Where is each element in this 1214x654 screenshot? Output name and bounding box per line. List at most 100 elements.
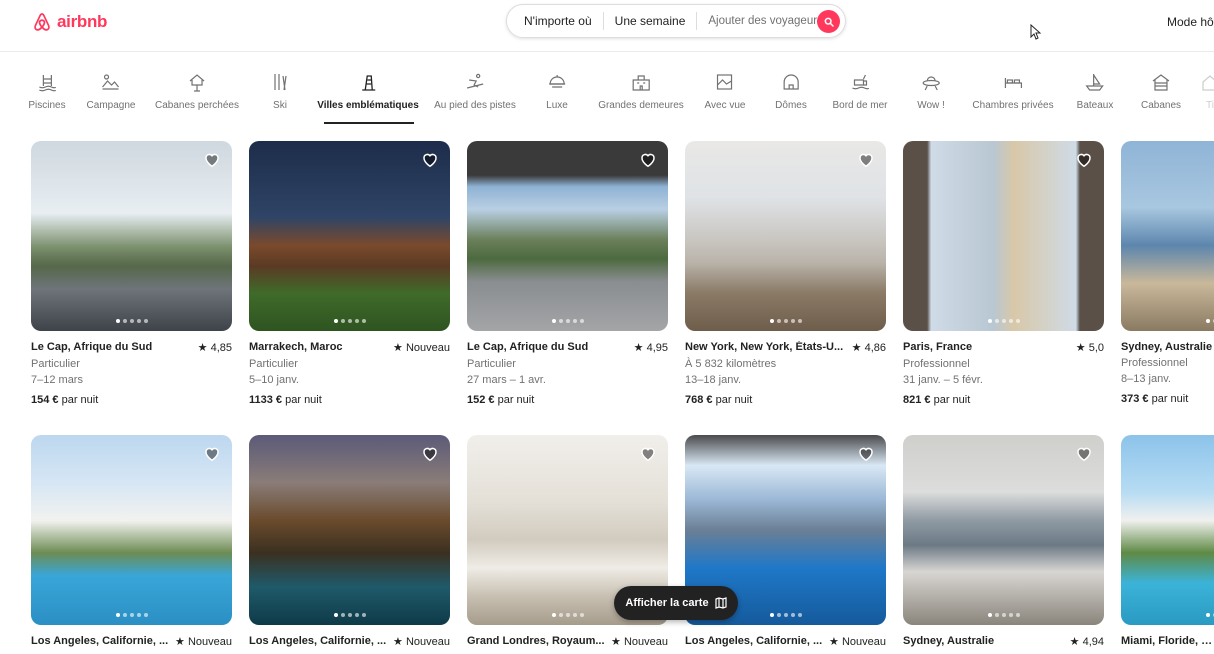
search-button[interactable] — [817, 10, 840, 33]
category-countryside[interactable]: Campagne — [87, 72, 135, 111]
price-unit: par nuit — [933, 394, 971, 406]
category-tiny-homes[interactable]: Ti — [1200, 72, 1214, 111]
photo-pagination-dots — [987, 613, 1020, 617]
listing-card[interactable]: Le Cap, Afrique du Sud ★ 4,95 Particulie… — [467, 141, 668, 406]
listing-location: Marrakech, Maroc — [249, 341, 343, 353]
category-label: Villes emblématiques — [317, 100, 419, 111]
listing-dates: 13–18 janv. — [685, 374, 742, 386]
star-icon: ★ — [1075, 342, 1086, 354]
listing-photo[interactable] — [903, 435, 1104, 625]
listing-rating: ★ 4,85 — [198, 341, 232, 354]
category-label: Dômes — [775, 100, 807, 111]
view-icon — [717, 74, 733, 90]
category-views[interactable]: Avec vue — [705, 72, 745, 111]
star-icon: ★ — [1069, 636, 1080, 648]
photo-pagination-dots — [551, 319, 584, 323]
listing-photo[interactable] — [685, 141, 886, 331]
category-label: Luxe — [546, 100, 568, 111]
listing-card[interactable]: Miami, Floride, États- — [1121, 435, 1214, 647]
category-pool[interactable]: Piscines — [28, 72, 66, 111]
ski-in-out-icon — [466, 73, 484, 89]
show-map-button[interactable]: Afficher la carte — [614, 586, 738, 620]
search-when-button[interactable]: Une semaine — [604, 14, 697, 28]
category-mansions[interactable]: Grandes demeures — [598, 72, 684, 111]
category-iconic-cities[interactable]: Villes emblématiques — [317, 72, 419, 111]
listing-dates: 27 mars – 1 avr. — [467, 374, 546, 386]
countryside-icon — [102, 74, 120, 90]
listing-photo[interactable] — [903, 141, 1104, 331]
heart-icon[interactable] — [857, 151, 875, 168]
heart-icon[interactable] — [421, 151, 439, 168]
listing-photo[interactable] — [467, 141, 668, 331]
category-boats[interactable]: Bateaux — [1077, 72, 1113, 111]
listing-photo[interactable] — [249, 435, 450, 625]
photo-pagination-dots — [115, 613, 148, 617]
listing-price: 768 € par nuit — [685, 394, 886, 406]
listing-card[interactable]: New York, New York, États-U... ★ 4,86 À … — [685, 141, 886, 406]
tiny-home-icon — [1202, 75, 1214, 91]
star-icon: ★ — [393, 342, 403, 354]
category-label: Cabanes — [1140, 100, 1182, 111]
listing-photo[interactable] — [31, 141, 232, 331]
search-guests-button[interactable]: Ajouter des voyageurs — [697, 15, 833, 27]
heart-icon[interactable] — [1075, 151, 1093, 168]
heart-icon[interactable] — [639, 445, 657, 462]
rating-value: Nouveau — [405, 342, 450, 354]
listing-card[interactable]: Le Cap, Afrique du Sud ★ 4,85 Particulie… — [31, 141, 232, 406]
listing-dates: 8–13 janv. — [1121, 373, 1171, 385]
listing-dates: 31 janv. – 5 févr. — [903, 374, 983, 386]
star-icon: ★ — [829, 636, 839, 648]
heart-icon[interactable] — [421, 445, 439, 462]
category-domes[interactable]: Dômes — [775, 72, 807, 111]
category-luxe[interactable]: Luxe — [546, 72, 568, 111]
listing-dates: 7–12 mars — [31, 374, 83, 386]
rating-value: 4,95 — [646, 342, 668, 354]
listing-photo[interactable] — [1121, 141, 1214, 331]
category-ski[interactable]: Ski — [270, 72, 290, 111]
host-mode-link[interactable]: Mode hôt — [1167, 15, 1214, 29]
heart-icon[interactable] — [203, 445, 221, 462]
category-bar: Piscines Campagne Cabanes perchées Ski V… — [0, 72, 1214, 126]
search-bar[interactable]: N'importe où Une semaine Ajouter des voy… — [506, 4, 846, 38]
heart-icon[interactable] — [203, 151, 221, 168]
listing-card[interactable]: Marrakech, Maroc ★ Nouveau Particulier 5… — [249, 141, 450, 406]
listing-rating: ★ 4,94 — [1070, 635, 1104, 648]
category-ski-in-out[interactable]: Au pied des pistes — [434, 72, 516, 111]
photo-pagination-dots — [1205, 319, 1214, 323]
star-icon: ★ — [633, 342, 644, 354]
listing-card[interactable]: Sydney, Australie ★ 4,94 — [903, 435, 1104, 648]
mouse-cursor-icon — [1030, 24, 1041, 40]
listing-card[interactable]: Paris, France ★ 5,0 Professionnel 31 jan… — [903, 141, 1104, 406]
listing-card[interactable]: Sydney, Australie Professionnel 8–13 jan… — [1121, 141, 1214, 405]
heart-icon[interactable] — [639, 151, 657, 168]
beachfront-icon — [851, 74, 869, 90]
listing-host-type: Particulier — [467, 358, 516, 370]
rating-value: 4,94 — [1082, 636, 1104, 648]
price-value: 768 € — [685, 394, 713, 406]
listing-card[interactable]: Los Angeles, Californie, ... ★ Nouveau — [31, 435, 232, 648]
listing-photo[interactable] — [31, 435, 232, 625]
listing-price: 373 € par nuit — [1121, 393, 1214, 405]
category-label: Bord de mer — [832, 100, 888, 111]
rating-value: Nouveau — [623, 636, 668, 648]
listing-rating: ★ Nouveau — [393, 635, 450, 648]
listing-dates: 5–10 janv. — [249, 374, 299, 386]
listing-photo[interactable] — [249, 141, 450, 331]
star-icon: ★ — [175, 636, 185, 648]
star-icon: ★ — [197, 342, 208, 354]
heart-icon[interactable] — [1075, 445, 1093, 462]
category-private-rooms[interactable]: Chambres privées — [972, 72, 1054, 111]
listing-location: New York, New York, États-U... — [685, 341, 844, 353]
listing-photo[interactable] — [1121, 435, 1214, 625]
airbnb-logo[interactable]: airbnb — [31, 10, 107, 34]
listing-card[interactable]: Los Angeles, Californie, ... ★ Nouveau — [249, 435, 450, 648]
search-where-button[interactable]: N'importe où — [507, 14, 603, 28]
category-wow[interactable]: Wow ! — [917, 72, 945, 111]
heart-icon[interactable] — [857, 445, 875, 462]
price-unit: par nuit — [61, 394, 99, 406]
listing-rating: ★ 4,95 — [634, 341, 668, 354]
category-cabins[interactable]: Cabanes — [1141, 72, 1181, 111]
price-unit: par nuit — [1151, 393, 1189, 405]
category-treehouse[interactable]: Cabanes perchées — [155, 72, 239, 111]
category-beachfront[interactable]: Bord de mer — [832, 72, 888, 111]
